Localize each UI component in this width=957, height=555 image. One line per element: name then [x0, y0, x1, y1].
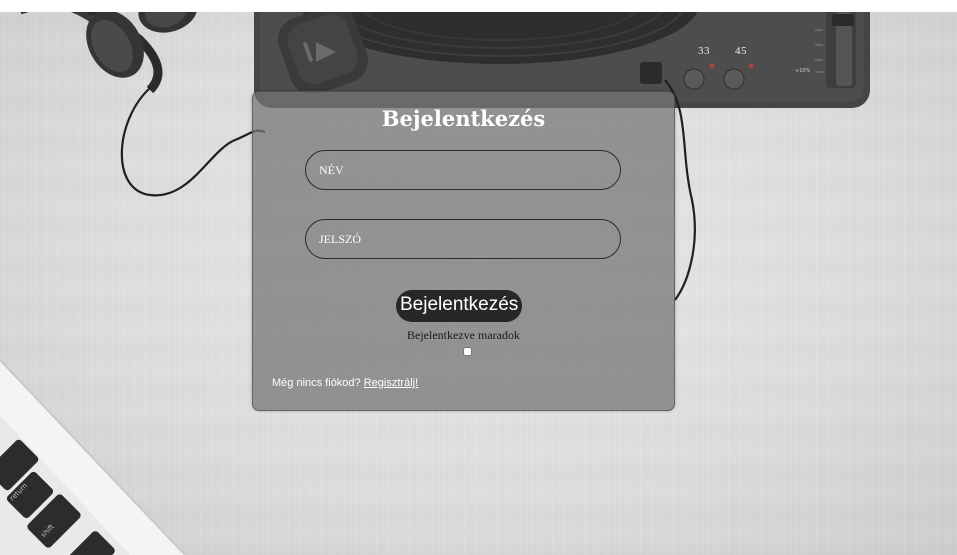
top-strip	[0, 0, 957, 12]
login-form: Bejelentkezés Bejelentkezés Bejelentkezv…	[252, 91, 675, 411]
remember-me-checkbox[interactable]	[463, 347, 472, 356]
password-input[interactable]	[305, 219, 621, 259]
pitch-label: +10%	[795, 68, 811, 74]
laptop	[0, 359, 186, 555]
speed-33-label: 33	[698, 45, 710, 57]
no-account-text: Még nincs fiókod?	[272, 377, 361, 389]
login-title: Bejelentkezés	[381, 106, 546, 131]
speed-45-label: 45	[735, 45, 747, 57]
name-input[interactable]	[305, 150, 621, 190]
remember-me-label: Bejelentkezve maradok	[407, 328, 520, 342]
login-button[interactable]: Bejelentkezés	[396, 290, 523, 322]
register-link[interactable]: Regisztrálj!	[364, 377, 418, 389]
register-prompt: Még nincs fiókod? Regisztrálj!	[272, 377, 418, 389]
